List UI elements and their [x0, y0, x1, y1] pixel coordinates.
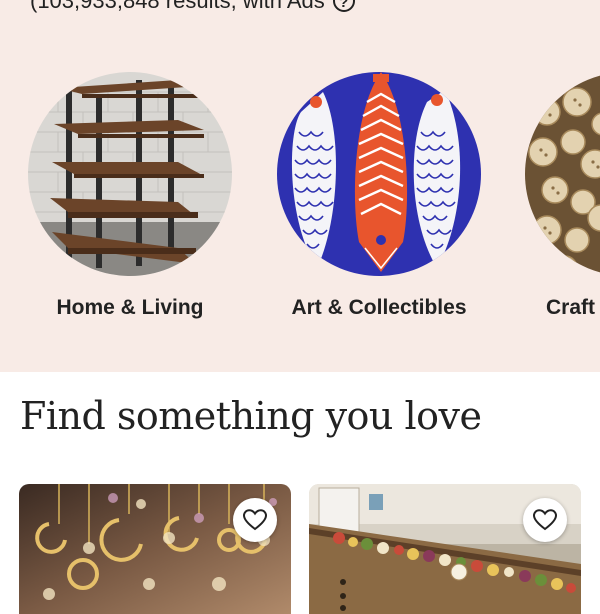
fish-art-image	[277, 72, 481, 276]
buttons-image	[525, 72, 600, 276]
product-card[interactable]	[19, 484, 291, 614]
heart-icon	[533, 509, 557, 531]
results-text: (103,933,848 results, with Ads	[30, 0, 325, 13]
heart-icon	[243, 509, 267, 531]
info-icon[interactable]: ?	[332, 0, 355, 12]
category-label-craft: Craft	[546, 296, 596, 319]
favorite-button[interactable]	[523, 498, 567, 542]
category-art-collectibles[interactable]: Art & Collectibles	[277, 72, 481, 320]
favorite-button[interactable]	[233, 498, 277, 542]
results-count: (103,933,848 results, with Ads ?	[30, 0, 355, 14]
category-home-living[interactable]: Home & Living	[28, 72, 232, 320]
category-band: (103,933,848 results, with Ads ? Home & …	[0, 0, 600, 372]
shelf-image	[28, 72, 232, 276]
section-title: Find something you love	[20, 394, 482, 438]
category-craft[interactable]: Craft	[525, 72, 600, 320]
category-label-home-living: Home & Living	[56, 296, 204, 319]
category-label-art-collectibles: Art & Collectibles	[291, 296, 467, 319]
product-card[interactable]	[309, 484, 581, 614]
